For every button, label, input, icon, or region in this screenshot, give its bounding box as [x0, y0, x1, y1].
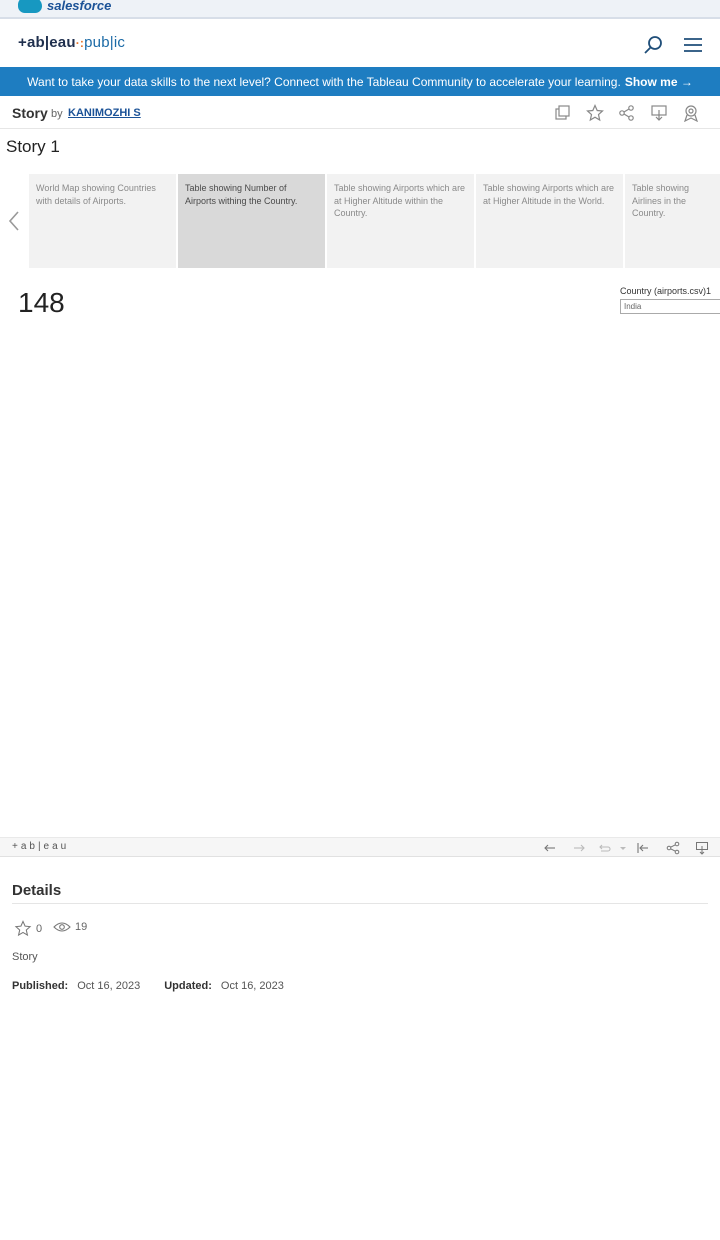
favorite-star-icon[interactable]: [586, 104, 604, 122]
story-point-caption: World Map showing Countries with details…: [36, 183, 156, 206]
story-point-5[interactable]: Table showing Airlines in the Country.: [625, 174, 720, 268]
share-icon[interactable]: [666, 841, 680, 855]
story-point-1[interactable]: World Map showing Countries with details…: [29, 174, 176, 268]
promo-banner: Want to take your data skills to the nex…: [0, 67, 720, 96]
updated-label: Updated:: [164, 980, 212, 992]
site-header: +ab|eau·:pub|ic: [0, 21, 720, 67]
story-point-caption: Table showing Airports which are at High…: [334, 183, 466, 218]
views-stat: 19: [53, 920, 87, 934]
content-type: Story: [12, 951, 38, 963]
logo-prefix: +ab|eau: [18, 34, 76, 51]
eye-icon: [53, 922, 71, 932]
published-label: Published:: [12, 980, 69, 992]
favorites-count: 0: [36, 922, 43, 935]
story-point-caption: Table showing Airports which are at High…: [483, 183, 615, 206]
share-icon[interactable]: [618, 104, 636, 122]
logo-suffix: pub|ic: [84, 34, 126, 51]
salesforce-bar: salesforce: [0, 0, 720, 19]
author-link[interactable]: KANIMOZHI S: [68, 107, 141, 119]
published-date: Oct 16, 2023: [77, 980, 141, 992]
star-icon: [14, 920, 32, 937]
publish-dates: Published: Oct 16, 2023 Updated: Oct 16,…: [12, 980, 284, 992]
hamburger-menu-icon[interactable]: [682, 35, 704, 55]
details-heading: Details: [12, 882, 62, 899]
download-icon[interactable]: [650, 104, 668, 122]
tableau-public-logo[interactable]: +ab|eau·:pub|ic: [18, 34, 125, 51]
story-title: Story 1: [6, 137, 60, 156]
by-label: by: [51, 108, 63, 120]
banner-text: Want to take your data skills to the nex…: [27, 74, 621, 89]
logo-dots: ·:: [75, 36, 85, 50]
badge-icon[interactable]: [682, 104, 700, 122]
search-icon[interactable]: [643, 35, 665, 55]
salesforce-logo[interactable]: salesforce: [18, 0, 111, 13]
airport-count-value: 148: [18, 287, 65, 318]
show-me-link[interactable]: Show me →: [625, 75, 693, 89]
salesforce-text: salesforce: [47, 0, 112, 13]
copy-icon[interactable]: [554, 104, 572, 122]
content-kind: Story: [12, 105, 48, 121]
salesforce-cloud-icon: [18, 0, 42, 13]
country-filter-dropdown[interactable]: India: [620, 299, 720, 314]
country-filter-label: Country (airports.csv)1: [620, 286, 712, 296]
redo-arrow-icon[interactable]: [572, 841, 586, 855]
revert-icon[interactable]: [598, 841, 612, 855]
download-icon[interactable]: [695, 841, 709, 855]
story-point-2[interactable]: Table showing Number of Airports withing…: [178, 174, 325, 268]
tableau-footer-logo[interactable]: +ab|eau: [12, 841, 69, 852]
viz-toolbar: +ab|eau: [0, 837, 720, 857]
chevron-left-icon[interactable]: [4, 210, 24, 232]
updated-date: Oct 16, 2023: [220, 980, 284, 992]
undo-arrow-icon[interactable]: [543, 841, 557, 855]
favorites-stat[interactable]: 0: [14, 920, 42, 937]
story-point-3[interactable]: Table showing Airports which are at High…: [327, 174, 474, 268]
reset-to-start-icon[interactable]: [636, 841, 650, 855]
story-toolbar: Story by KANIMOZHI S: [0, 97, 720, 129]
story-point-caption: Table showing Airlines in the Country.: [632, 183, 690, 218]
story-point-4[interactable]: Table showing Airports which are at High…: [476, 174, 623, 268]
views-count: 19: [75, 921, 88, 933]
story-navigator: World Map showing Countries with details…: [0, 174, 720, 268]
chevron-down-icon[interactable]: [618, 841, 628, 855]
details-divider: [12, 903, 708, 904]
story-point-caption: Table showing Number of Airports withing…: [185, 183, 298, 206]
